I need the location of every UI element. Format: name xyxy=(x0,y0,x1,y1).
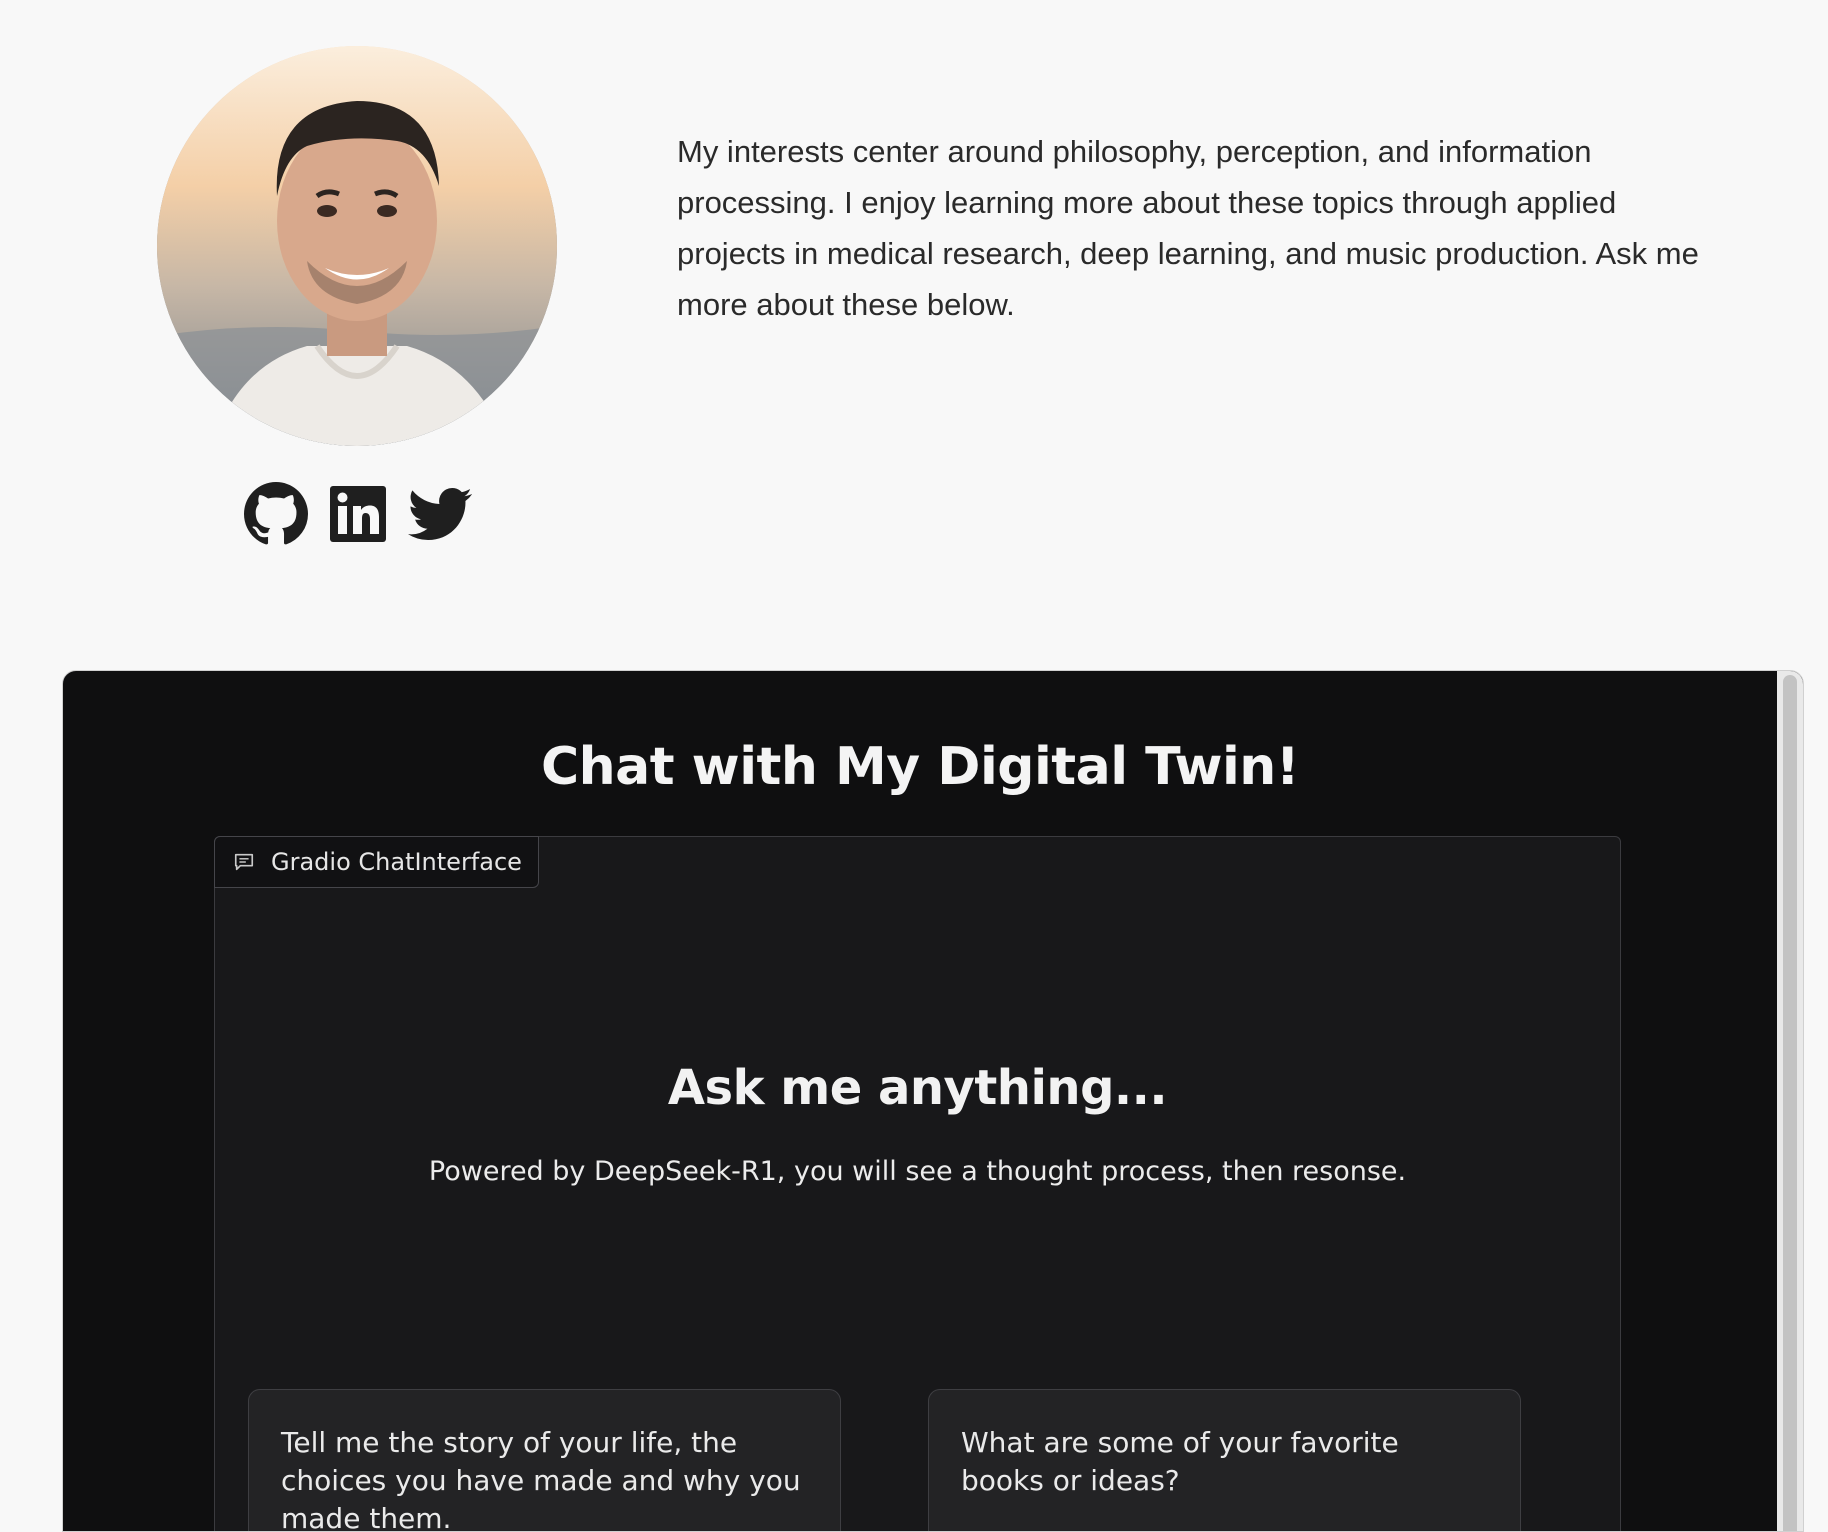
example-prompt-1[interactable]: Tell me the story of your life, the choi… xyxy=(248,1389,841,1531)
social-links xyxy=(244,482,472,546)
panel-label-text: Gradio ChatInterface xyxy=(271,848,522,876)
scrollbar-thumb[interactable] xyxy=(1783,675,1797,1531)
example-prompt-2[interactable]: What are some of your favorite books or … xyxy=(928,1389,1521,1531)
app-title: Chat with My Digital Twin! xyxy=(540,737,1300,797)
twitter-link[interactable] xyxy=(408,482,472,546)
bio-text: My interests center around philosophy, p… xyxy=(677,134,1699,322)
chat-icon xyxy=(234,853,254,871)
linkedin-icon xyxy=(330,486,386,542)
placeholder-subtitle: Powered by DeepSeek-R1, you will see a t… xyxy=(428,1156,1407,1187)
github-link[interactable] xyxy=(244,482,308,546)
chat-app-frame: Chat with My Digital Twin! Gradio ChatIn… xyxy=(62,670,1804,1532)
linkedin-link[interactable] xyxy=(326,482,390,546)
chat-panel: Gradio ChatInterface Ask me anything... … xyxy=(214,836,1621,1531)
placeholder-title: Ask me anything... xyxy=(667,1060,1168,1116)
twitter-icon xyxy=(408,487,472,540)
panel-label: Gradio ChatInterface xyxy=(214,836,539,888)
github-icon xyxy=(244,482,308,545)
scrollbar[interactable] xyxy=(1777,671,1803,1531)
profile-photo xyxy=(157,46,557,446)
